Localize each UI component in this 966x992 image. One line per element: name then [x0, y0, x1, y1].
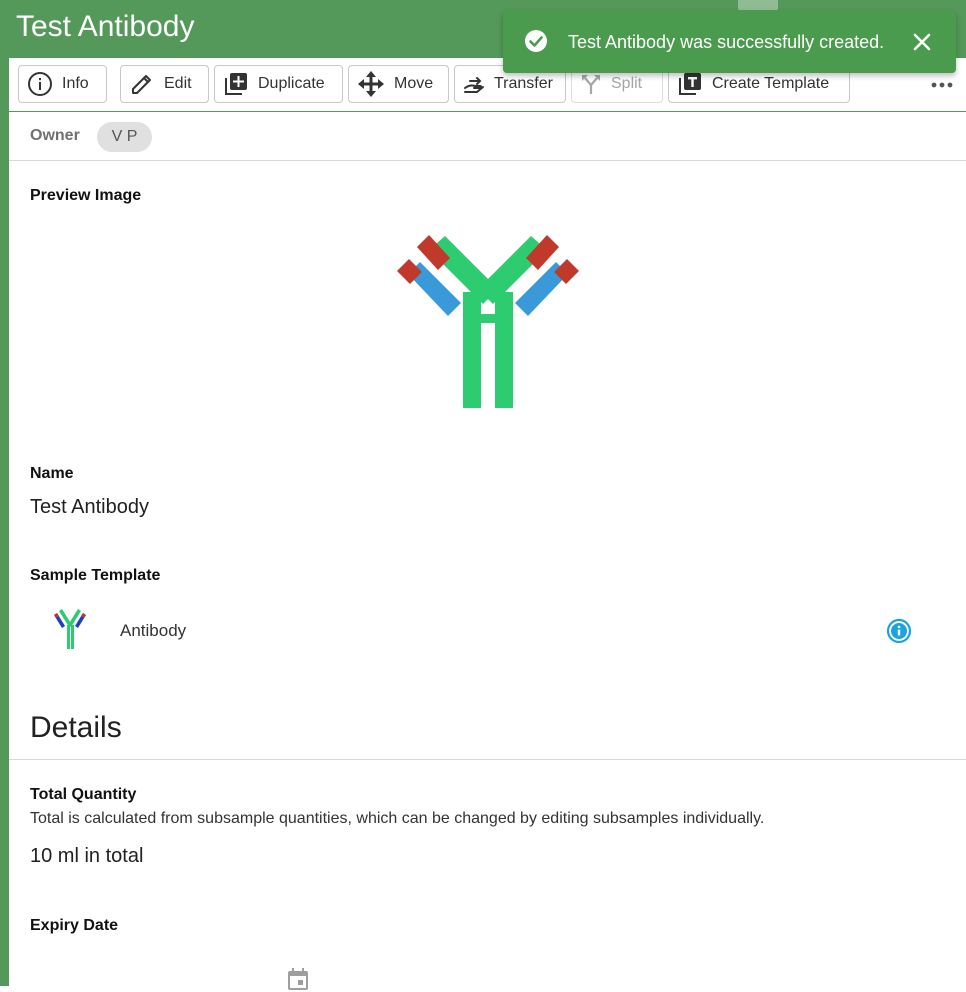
total-quantity-label: Total Quantity — [30, 786, 137, 803]
preview-image-label: Preview Image — [30, 187, 142, 204]
duplicate-button-label: Duplicate — [258, 75, 325, 92]
total-quantity-value: 10 ml in total — [30, 845, 144, 867]
info-button[interactable]: Info — [18, 65, 107, 103]
success-toast: Test Antibody was successfully created. — [503, 10, 956, 73]
owner-label: Owner — [30, 127, 80, 144]
more-horizontal-icon — [931, 82, 953, 88]
check-circle-icon — [525, 30, 547, 52]
edit-button[interactable]: Edit — [120, 65, 209, 103]
details-divider — [9, 759, 966, 760]
split-arrows-icon — [582, 75, 600, 94]
more-actions-button[interactable] — [929, 75, 955, 95]
pencil-icon — [132, 75, 151, 94]
hand-transfer-icon — [464, 77, 484, 93]
details-section-title: Details — [30, 711, 122, 744]
record-card — [9, 58, 966, 986]
close-icon[interactable] — [909, 29, 935, 55]
move-button[interactable]: Move — [348, 65, 449, 103]
owner-row: Owner V P — [9, 112, 966, 161]
sample-template-label: Sample Template — [30, 567, 161, 584]
owner-avatar-chip[interactable]: V P — [97, 122, 152, 152]
template-icon — [679, 73, 701, 95]
left-accent-stripe — [0, 58, 9, 986]
page-title: Test Antibody — [16, 10, 195, 43]
transfer-button-label: Transfer — [494, 75, 553, 92]
info-icon — [28, 72, 52, 96]
split-button-label: Split — [611, 75, 643, 92]
duplicate-icon — [225, 73, 247, 95]
calendar-icon[interactable] — [286, 968, 310, 992]
name-label: Name — [30, 465, 74, 482]
total-quantity-help: Total is calculated from subsample quant… — [30, 810, 765, 827]
info-button-label: Info — [62, 75, 89, 92]
edit-button-label: Edit — [164, 75, 192, 92]
sample-template-name: Antibody — [120, 621, 187, 640]
create-template-button-label: Create Template — [712, 75, 830, 92]
template-info-icon[interactable] — [886, 618, 912, 644]
move-arrows-icon — [358, 71, 384, 97]
template-antibody-icon — [54, 609, 86, 649]
move-button-label: Move — [394, 75, 434, 92]
duplicate-button[interactable]: Duplicate — [214, 65, 343, 103]
name-value: Test Antibody — [30, 496, 149, 518]
antibody-icon — [397, 235, 579, 408]
toast-message: Test Antibody was successfully created. — [568, 32, 885, 52]
expiry-date-label: Expiry Date — [30, 917, 119, 934]
